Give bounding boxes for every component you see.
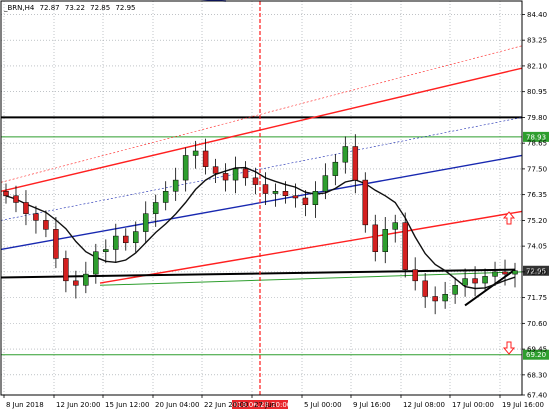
candle-body	[312, 191, 319, 205]
candle-body	[372, 224, 379, 252]
candle-body	[93, 251, 99, 275]
candle-body	[282, 191, 289, 197]
y-tick-label: 74.05	[527, 243, 547, 251]
candle-body	[442, 294, 448, 302]
candle-body	[73, 280, 79, 286]
candle-body	[402, 222, 408, 270]
candle-body	[3, 191, 9, 197]
x-tick-label: 5 Jul 00:00	[304, 401, 342, 409]
candle-body	[172, 179, 179, 192]
candle-body	[512, 270, 518, 275]
chart-title: _BRN,H4 72.87 73.22 72.85 72.95	[3, 4, 135, 12]
candle-body	[33, 213, 39, 221]
x-tick-label: 19 Jul 16:00	[502, 401, 544, 409]
candle-body	[192, 150, 199, 156]
x-tick-label: 8 Jun 2018	[6, 401, 44, 409]
candle-body	[43, 220, 49, 230]
candle-body	[302, 197, 309, 205]
y-tick-label: 75.20	[527, 217, 547, 225]
candle-body	[462, 278, 468, 286]
candle-body	[182, 155, 189, 181]
y-tick-label: 77.50	[527, 165, 547, 173]
candle-body	[412, 269, 418, 282]
x-tick-label: 17 Jul 00:00	[452, 401, 494, 409]
candle-body	[482, 276, 488, 284]
x-tick-label: 20 Jun 04:00	[155, 401, 199, 409]
chart-background	[0, 0, 550, 413]
price-chart[interactable]: 2018.06.28 20:0078.9372.9569.20 _BRN,H4 …	[0, 0, 550, 413]
candle-body	[262, 184, 269, 194]
candle-body	[222, 173, 229, 181]
candle-body	[252, 177, 259, 185]
candle-body	[472, 278, 478, 284]
candle-body	[432, 296, 438, 302]
candle-body	[452, 285, 458, 295]
y-tick-label: 84.40	[527, 11, 547, 19]
candle-body	[212, 166, 219, 174]
y-tick-label: 83.25	[527, 37, 547, 45]
y-tick-label: 82.10	[527, 62, 547, 70]
candle-body	[162, 191, 169, 203]
candle-body	[23, 202, 29, 214]
y-tick-label: 68.30	[527, 371, 547, 379]
x-tick-label: 12 Jul 08:00	[403, 401, 445, 409]
candle-body	[142, 213, 149, 232]
y-tick-label: 72.90	[527, 268, 547, 276]
candle-body	[232, 168, 239, 181]
candle-body	[492, 271, 498, 277]
candle-body	[382, 229, 389, 252]
candle-body	[272, 191, 279, 194]
candle-body	[53, 229, 59, 259]
candle-body	[352, 146, 359, 181]
candle-body	[322, 175, 329, 192]
y-tick-label: 67.40	[527, 392, 547, 400]
candle-body	[362, 179, 369, 226]
candle-body	[83, 273, 89, 286]
candle-body	[342, 146, 349, 163]
y-tick-label: 78.65	[527, 140, 547, 148]
candle-body	[202, 150, 209, 167]
x-tick-label: 12 Jun 20:00	[56, 401, 100, 409]
x-tick-label: 15 Jun 12:00	[105, 401, 149, 409]
candle-body	[152, 202, 159, 214]
candle-body	[132, 231, 139, 244]
x-tick-label: 27 Jun	[254, 401, 276, 409]
candle-body	[13, 195, 19, 203]
x-tick-label: 22 Jun 20:00	[204, 401, 248, 409]
y-tick-label: 79.80	[527, 114, 547, 122]
x-tick-label: 9 Jul 16:00	[353, 401, 391, 409]
y-tick-label: 69.45	[527, 346, 547, 354]
candle-body	[103, 249, 109, 252]
y-tick-label: 76.35	[527, 191, 547, 199]
candle-body	[332, 161, 339, 176]
candle-body	[63, 258, 69, 282]
candle-body	[113, 235, 119, 250]
y-tick-label: 71.75	[527, 294, 547, 302]
candle-body	[123, 235, 129, 244]
candle-body	[292, 195, 299, 199]
y-tick-label: 70.60	[527, 320, 547, 328]
candle-body	[392, 222, 398, 230]
candle-body	[502, 271, 508, 275]
candle-body	[422, 280, 428, 297]
candle-body	[242, 168, 249, 179]
y-tick-label: 80.95	[527, 88, 547, 96]
